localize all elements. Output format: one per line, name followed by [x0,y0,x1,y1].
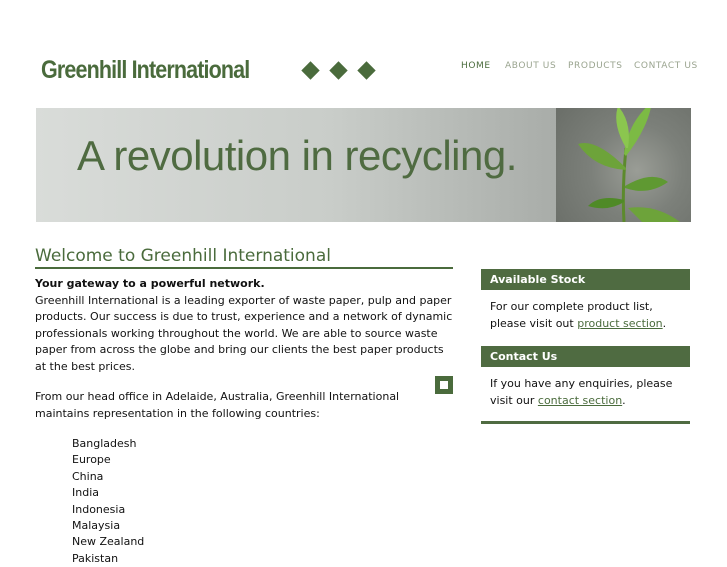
list-item: Malaysia [72,519,121,533]
site-logo[interactable]: Greenhill International [41,56,250,85]
main-content: Your gateway to a powerful network. Gree… [35,276,455,567]
contact-us-box: Contact Us If you have any enquiries, pl… [481,346,690,409]
square-icon [435,376,453,394]
intro-paragraph: Greenhill International is a leading exp… [35,293,453,373]
diamond-icon [357,61,376,80]
contact-body: If you have any enquiries, please visit … [490,377,673,407]
diamond-icon [329,61,348,80]
main-nav: HOME ABOUT US PRODUCTS CONTACT US [461,61,697,75]
list-item: China [72,469,104,483]
list-item: Bangladesh [72,437,137,450]
nav-contact-us[interactable]: CONTACT US [634,61,698,71]
diamond-icon [301,61,320,80]
available-stock-box: Available Stock For our complete product… [481,269,690,332]
contact-title: Contact Us [481,346,690,367]
tagline: Your gateway to a powerful network. [35,277,265,290]
nav-products[interactable]: PRODUCTS [568,61,623,71]
country-list: Bangladesh Europe China India Indonesia … [35,436,455,567]
page-title: Welcome to Greenhill International [35,246,453,269]
list-item: Europe [72,453,111,467]
plant-icon [578,108,680,222]
stock-title: Available Stock [481,269,690,290]
list-item: Indonesia [72,502,126,516]
banner-headline: A revolution in recycling. [77,132,517,179]
sidebar-divider [481,421,690,424]
nav-home[interactable]: HOME [461,61,491,71]
list-item: India [72,486,99,500]
list-item: New Zealand [72,535,145,549]
hero-banner: A revolution in recycling. [36,108,691,222]
stock-body: For our complete product list, please vi… [490,300,667,330]
contact-section-link[interactable]: contact section [538,394,622,407]
product-section-link[interactable]: product section [577,317,662,330]
nav-about-us[interactable]: ABOUT US [505,61,556,71]
office-paragraph: From our head office in Adelaide, Austra… [35,390,400,420]
list-item: Pakistan [72,551,119,565]
